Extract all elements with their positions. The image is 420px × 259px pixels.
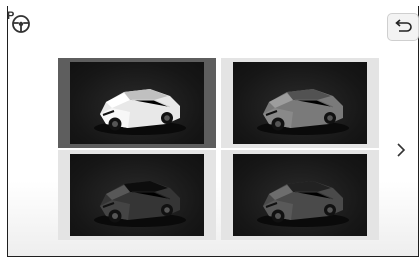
- car-image: [70, 62, 204, 144]
- back-button[interactable]: [387, 13, 419, 41]
- car-icon: [257, 89, 349, 135]
- car-option-tile[interactable]: [58, 150, 216, 240]
- car-icon: [94, 89, 186, 135]
- next-page-button[interactable]: [393, 140, 409, 160]
- car-option-tile[interactable]: [221, 150, 379, 240]
- chevron-right-icon: [397, 143, 406, 157]
- car-icon: [94, 181, 186, 227]
- return-arrow-icon: [395, 19, 412, 32]
- car-image: [233, 154, 367, 236]
- car-image: [70, 154, 204, 236]
- car-icon: [257, 181, 349, 227]
- car-option-tile[interactable]: [221, 58, 379, 148]
- parking-assist-icon: P: [5, 7, 33, 35]
- car-option-tile[interactable]: [58, 58, 216, 148]
- car-image: [233, 62, 367, 144]
